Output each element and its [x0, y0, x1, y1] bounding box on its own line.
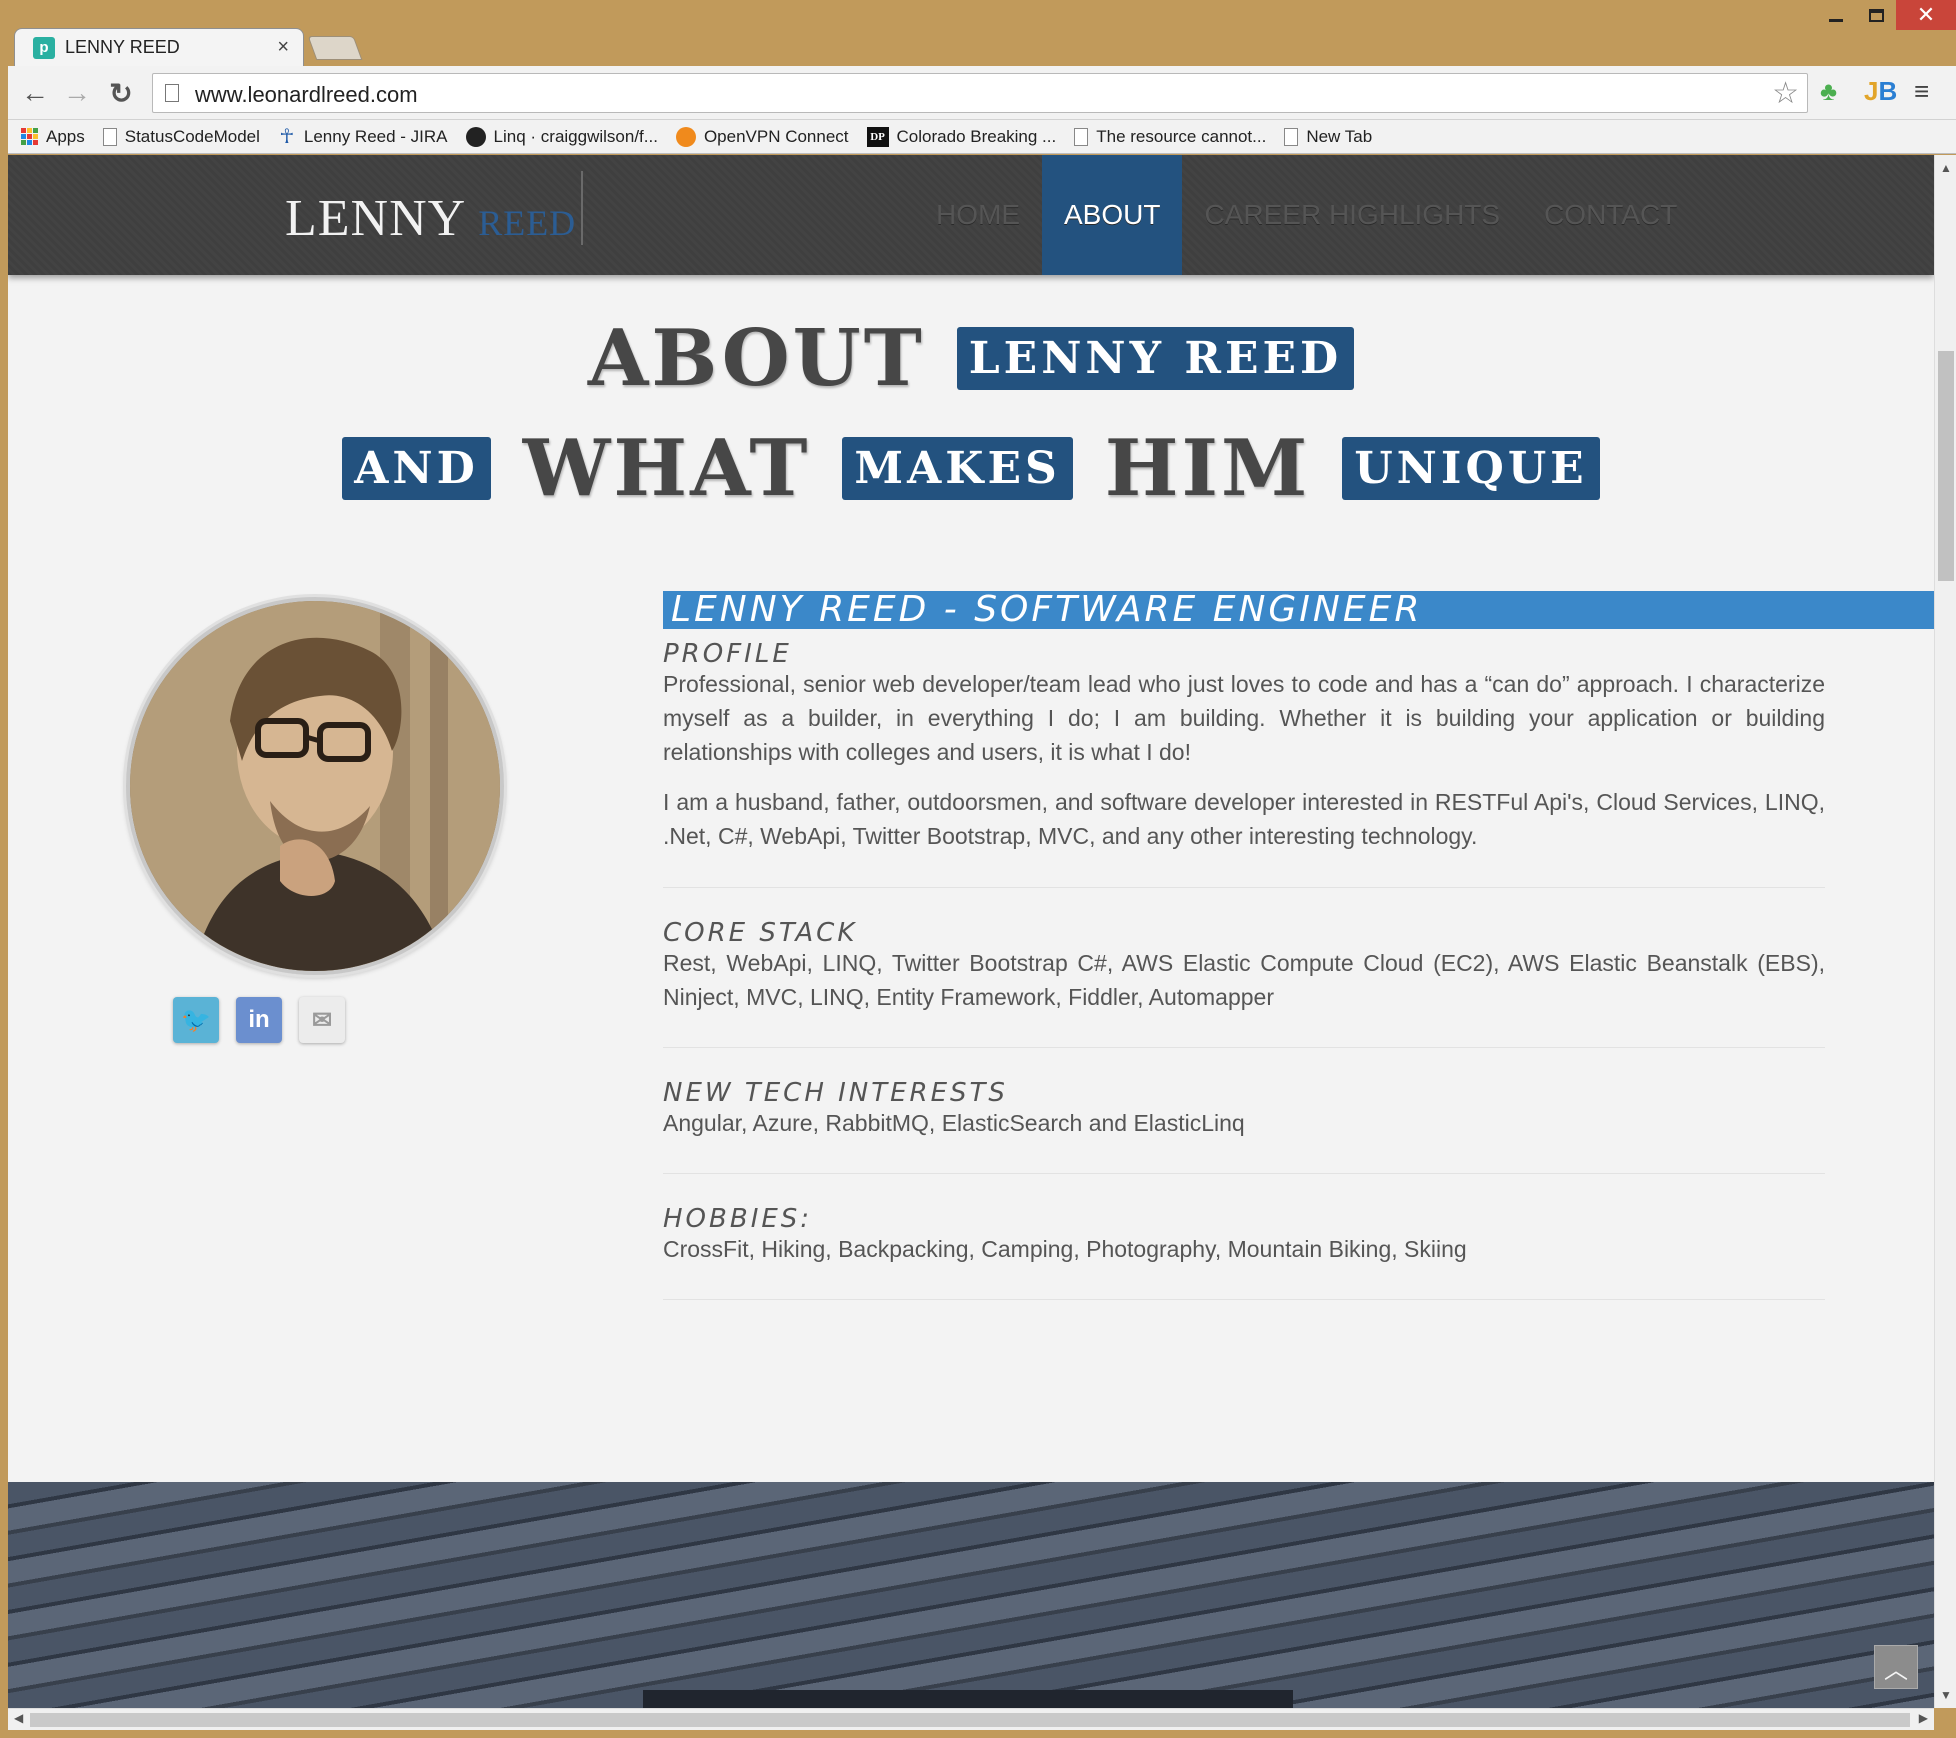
bookmark-label: OpenVPN Connect	[703, 126, 849, 146]
new-tab-button[interactable]	[307, 36, 363, 60]
nav-career-highlights[interactable]: CAREER HIGHLIGHTS	[1182, 155, 1522, 275]
bookmark-label: The resource cannot...	[1096, 126, 1267, 146]
core-stack-label: CORE STACK	[663, 918, 858, 948]
page-icon	[1284, 127, 1299, 146]
minimize-button[interactable]	[1816, 0, 1856, 30]
title-chip-lenny-reed: LENNY REED	[956, 327, 1355, 390]
scroll-down-arrow-icon[interactable]: ▼	[1935, 1688, 1956, 1702]
maximize-icon	[1868, 8, 1884, 22]
brand-last-name: REED	[478, 203, 577, 243]
browser-toolbar: ← → ↻ www.leonardlreed.com ☆ ♣ JB ≡	[8, 66, 1956, 120]
vertical-scroll-thumb[interactable]	[1938, 351, 1954, 581]
nav-contact[interactable]: CONTACT	[1522, 155, 1699, 275]
scroll-to-top-icon[interactable]: ︿	[1874, 1645, 1918, 1689]
github-icon	[465, 126, 486, 147]
forward-arrow-icon[interactable]: →	[60, 76, 94, 110]
bookmark-label: New Tab	[1306, 126, 1373, 146]
horizontal-scrollbar[interactable]: ◀ ▶	[8, 1708, 1934, 1730]
extension-tree-icon[interactable]: ♣	[1820, 76, 1837, 107]
bookmark-new-tab[interactable]: New Tab	[1284, 127, 1372, 147]
bookmark-github-linq[interactable]: Linq · craiggwilson/f...	[465, 126, 658, 147]
site-navbar: LENNY REED HOME ABOUT CAREER HIGHLIGHTS …	[8, 155, 1934, 275]
apps-grid-icon	[20, 127, 38, 146]
title-chip-unique: UNIQUE	[1342, 437, 1600, 500]
divider	[663, 1047, 1825, 1048]
title-word-about: ABOUT	[587, 313, 925, 404]
hobbies-label: HOBBIES:	[663, 1204, 813, 1234]
hobbies-text: CrossFit, Hiking, Backpacking, Camping, …	[663, 1236, 1467, 1262]
minimize-icon	[1829, 18, 1843, 22]
divider	[663, 1299, 1825, 1300]
about-title-line-2: AND WHAT MAKES HIM UNIQUE	[8, 423, 1934, 514]
linkedin-icon[interactable]: in	[236, 997, 282, 1043]
dp-icon: DP	[866, 126, 889, 147]
close-window-button[interactable]: ✕	[1896, 0, 1956, 30]
scroll-left-arrow-icon[interactable]: ◀	[14, 1711, 23, 1725]
vertical-scrollbar[interactable]: ▲ ▼	[1934, 155, 1956, 1708]
window-controls: ✕	[1816, 0, 1956, 30]
title-word-him: HIM	[1104, 423, 1311, 514]
bookmarks-bar: Apps StatusCodeModel ☥ Lenny Reed - JIRA…	[8, 120, 1956, 154]
reload-icon[interactable]: ↻	[104, 76, 138, 110]
menu-hamburger-icon[interactable]: ≡	[1914, 76, 1929, 107]
page-icon	[165, 84, 179, 102]
title-chip-makes: MAKES	[842, 437, 1073, 500]
jira-icon: ☥	[279, 126, 295, 148]
bookmark-label: Lenny Reed - JIRA	[303, 126, 448, 146]
new-tech-label: NEW TECH INTERESTS	[663, 1078, 1008, 1108]
twitter-icon[interactable]: 🐦	[173, 997, 219, 1043]
bookmark-openvpn[interactable]: OpenVPN Connect	[675, 126, 849, 147]
tab-close-icon[interactable]: ×	[277, 36, 289, 59]
hero-dark-bar	[643, 1690, 1293, 1708]
page-icon	[102, 127, 117, 146]
jetbrains-icon[interactable]: JB	[1864, 76, 1897, 107]
site-favicon-icon: p	[33, 36, 55, 59]
divider	[663, 1173, 1825, 1174]
horizontal-scroll-thumb[interactable]	[30, 1713, 1910, 1727]
scroll-right-arrow-icon[interactable]: ▶	[1919, 1711, 1928, 1725]
brand-first-name: LENNY	[285, 190, 467, 247]
bookmark-label: Linq · craiggwilson/f...	[493, 126, 658, 146]
bookmark-label: StatusCodeModel	[124, 126, 260, 146]
nav-about[interactable]: ABOUT	[1042, 155, 1183, 275]
title-chip-and: AND	[342, 437, 491, 500]
divider	[663, 887, 1825, 888]
browser-tab[interactable]: p LENNY REED ×	[14, 28, 304, 66]
new-tech-text: Angular, Azure, RabbitMQ, ElasticSearch …	[663, 1110, 1245, 1136]
section-heading: LENNY REED - SOFTWARE ENGINEER	[671, 589, 1423, 630]
address-bar[interactable]: www.leonardlreed.com ☆	[152, 73, 1808, 113]
tab-title: LENNY REED	[65, 37, 180, 57]
maximize-button[interactable]	[1856, 0, 1896, 30]
bookmark-jira[interactable]: ☥ Lenny Reed - JIRA	[278, 126, 448, 148]
email-icon[interactable]: ✉	[299, 997, 345, 1043]
title-word-what: WHAT	[522, 423, 811, 514]
back-arrow-icon[interactable]: ←	[18, 76, 52, 110]
about-title-line-1: ABOUT LENNY REED	[8, 313, 1934, 404]
url-text[interactable]: www.leonardlreed.com	[195, 82, 418, 108]
nav-home[interactable]: HOME	[914, 155, 1042, 275]
scroll-up-arrow-icon[interactable]: ▲	[1935, 161, 1956, 175]
bookmark-colorado-breaking[interactable]: DP Colorado Breaking ...	[866, 126, 1057, 147]
profile-photo	[126, 597, 504, 975]
bookmark-star-icon[interactable]: ☆	[1772, 76, 1799, 111]
bookmark-label: Apps	[46, 126, 85, 146]
profile-paragraph-2: I am a husband, father, outdoorsmen, and…	[663, 789, 1825, 849]
bookmark-statuscodemodel[interactable]: StatusCodeModel	[102, 126, 260, 147]
core-stack-text: Rest, WebApi, LINQ, Twitter Bootstrap C#…	[663, 950, 1825, 1010]
portrait-illustration	[130, 601, 500, 971]
bookmark-label: Colorado Breaking ...	[896, 126, 1057, 146]
wood-deck-hero-image	[8, 1482, 1934, 1708]
section-heading-bar: LENNY REED - SOFTWARE ENGINEER	[663, 591, 1934, 629]
profile-label: PROFILE	[663, 639, 792, 669]
site-logo[interactable]: LENNY REED	[285, 189, 576, 248]
brand-divider	[581, 171, 583, 245]
page-icon	[1074, 127, 1089, 146]
page-viewport: LENNY REED HOME ABOUT CAREER HIGHLIGHTS …	[8, 155, 1956, 1708]
profile-paragraph-1: Professional, senior web developer/team …	[663, 671, 1825, 765]
openvpn-icon	[675, 126, 696, 147]
bookmark-resource-cannot[interactable]: The resource cannot...	[1074, 127, 1266, 147]
site-menu: HOME ABOUT CAREER HIGHLIGHTS CONTACT	[914, 155, 1699, 275]
bookmark-apps[interactable]: Apps	[20, 127, 85, 147]
